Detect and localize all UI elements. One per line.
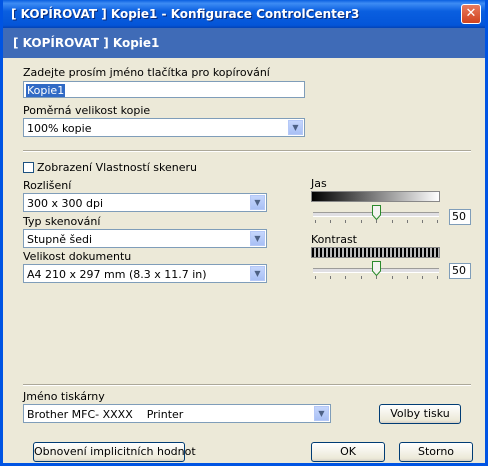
chevron-down-icon[interactable]: ▼ xyxy=(250,231,265,246)
printer-label: Jméno tiskárny xyxy=(23,390,105,403)
doc-size-label: Velikost dokumentu xyxy=(23,250,132,263)
close-icon[interactable]: ✕ xyxy=(461,4,481,24)
doc-size-select[interactable]: A4 210 x 297 mm (8.3 x 11.7 in) ▼ xyxy=(23,264,267,283)
chevron-down-icon[interactable]: ▼ xyxy=(250,195,265,210)
window-title: [ KOPÍROVAT ] Kopie1 - Konfigurace Contr… xyxy=(11,7,360,21)
printer-select-value: Brother MFC- XXXX Printer xyxy=(27,408,184,421)
chevron-down-icon[interactable]: ▼ xyxy=(250,266,265,281)
ok-button[interactable]: OK xyxy=(311,442,385,462)
chevron-down-icon[interactable]: ▼ xyxy=(288,120,303,135)
scanner-props-label: Zobrazení Vlastností skeneru xyxy=(37,161,197,174)
printer-select[interactable]: Brother MFC- XXXX Printer ▼ xyxy=(23,404,331,423)
resolution-select-value: 300 x 300 dpi xyxy=(27,197,104,210)
divider xyxy=(23,384,471,386)
resolution-label: Rozlišení xyxy=(23,179,72,192)
name-input-value: Kopie1 xyxy=(26,84,66,97)
header-band: [ KOPÍROVAT ] Kopie1 xyxy=(3,28,485,58)
brightness-slider-thumb[interactable] xyxy=(372,205,381,220)
name-label: Zadejte prosím jméno tlačítka pro kopíro… xyxy=(23,66,270,79)
settings-panel: Zadejte prosím jméno tlačítka pro kopíro… xyxy=(21,58,473,462)
doc-size-select-value: A4 210 x 297 mm (8.3 x 11.7 in) xyxy=(27,268,207,281)
name-input[interactable]: Kopie1 xyxy=(23,81,305,98)
chevron-down-icon[interactable]: ▼ xyxy=(314,406,329,421)
cancel-button[interactable]: Storno xyxy=(399,442,473,462)
contrast-pattern xyxy=(311,247,440,258)
contrast-ticks xyxy=(315,276,439,280)
contrast-label: Kontrast xyxy=(311,233,357,246)
ratio-label: Poměrná velikost kopie xyxy=(23,104,151,117)
scan-type-select-value: Stupně šedi xyxy=(27,233,93,246)
dialog-window: [ KOPÍROVAT ] Kopie1 - Konfigurace Contr… xyxy=(0,0,488,466)
print-options-button[interactable]: Volby tisku xyxy=(379,404,461,424)
brightness-ticks xyxy=(315,220,439,224)
ratio-select[interactable]: 100% kopie ▼ xyxy=(23,118,305,137)
title-bar[interactable]: [ KOPÍROVAT ] Kopie1 - Konfigurace Contr… xyxy=(3,0,485,28)
divider xyxy=(23,150,471,152)
brightness-label: Jas xyxy=(311,177,327,190)
brightness-gradient xyxy=(311,191,440,202)
scan-type-label: Typ skenování xyxy=(23,215,101,228)
restore-defaults-button[interactable]: Obnovení implicitních hodnot xyxy=(33,442,196,462)
contrast-value[interactable]: 50 xyxy=(449,263,471,279)
scan-type-select[interactable]: Stupně šedi ▼ xyxy=(23,229,267,248)
contrast-slider-thumb[interactable] xyxy=(372,261,381,276)
resolution-select[interactable]: 300 x 300 dpi ▼ xyxy=(23,193,267,212)
scanner-props-checkbox[interactable] xyxy=(23,162,34,173)
header-title: [ KOPÍROVAT ] Kopie1 xyxy=(13,36,160,50)
ratio-select-value: 100% kopie xyxy=(27,122,92,135)
brightness-value[interactable]: 50 xyxy=(449,209,471,225)
